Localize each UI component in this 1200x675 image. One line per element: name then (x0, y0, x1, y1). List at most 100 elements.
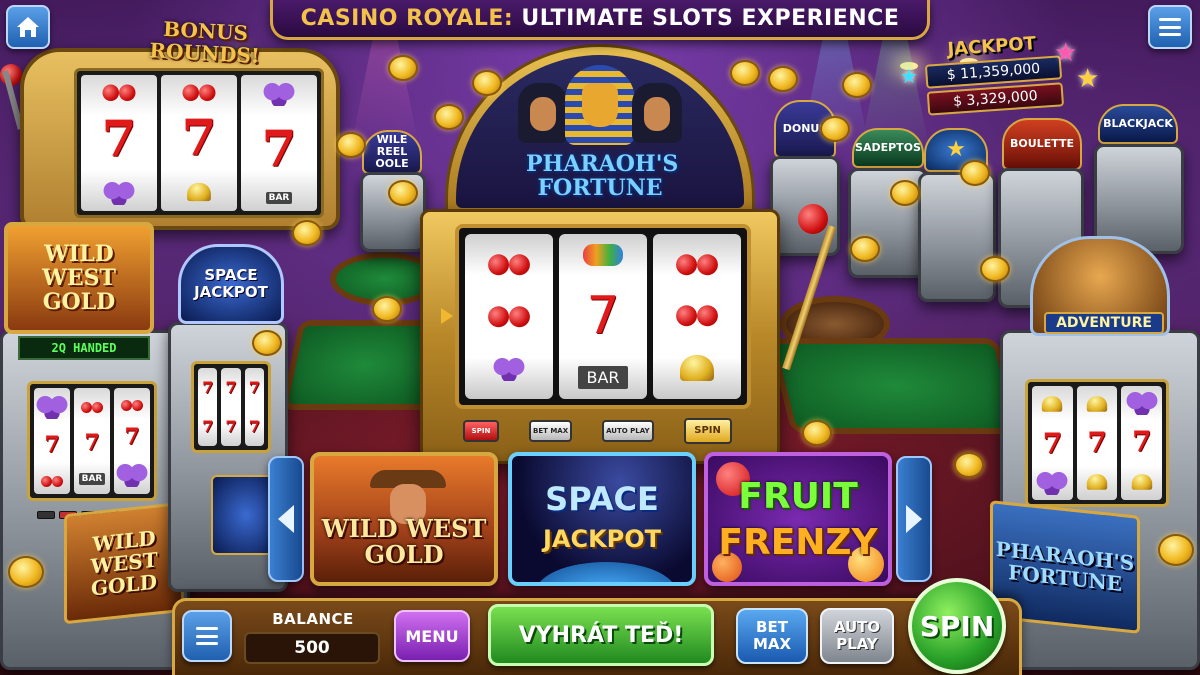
grapes-icon (1035, 470, 1070, 495)
topper-label: WILD WEST GOLD (42, 241, 116, 315)
bonus-reels: 7 7 7 BAR (74, 68, 324, 218)
featured-reels: 7 BAR (455, 224, 751, 409)
cherry-icon (488, 297, 530, 328)
gold-coin (890, 180, 920, 206)
reel: 7 (1121, 386, 1163, 500)
reel (465, 234, 553, 399)
egyptian-figure (632, 83, 682, 143)
gold-coin (850, 236, 880, 262)
gold-coin (954, 452, 984, 478)
grapes-icon (262, 81, 296, 106)
machine-spin-button[interactable]: SPIN (463, 420, 499, 442)
game-card-wild-west-gold[interactable]: WILD WEST GOLD (310, 452, 498, 586)
pharaoh-mask-icon (565, 65, 635, 145)
star-icon: ★ (946, 137, 966, 162)
bell-icon (187, 183, 211, 202)
reel: 7 (114, 388, 150, 494)
balance-value: 500 (244, 632, 380, 664)
seven-icon: 7 (202, 378, 214, 397)
reel: 77 (221, 368, 241, 446)
carousel-prev-button[interactable] (268, 456, 304, 582)
reel: 7 (1032, 386, 1073, 500)
bg-machine-topper: BOULETTE (1002, 118, 1082, 170)
game-card-title-line2: GOLD (364, 540, 444, 569)
game-card-subtitle: FRENZY (718, 522, 878, 563)
planet-icon (536, 562, 676, 582)
spin-button[interactable]: SPIN (908, 578, 1006, 674)
seven-icon: 7 (225, 417, 237, 436)
gold-coin (820, 116, 850, 142)
machine-reels: 7 7 7 (1025, 379, 1169, 507)
bell-icon (680, 355, 714, 382)
seven-icon: 7 (44, 431, 60, 458)
game-card-fruit-frenzy[interactable]: FRUIT FRENZY (704, 452, 892, 586)
title-brand: CASINO ROYALE: (300, 6, 514, 31)
seven-icon: 7 (586, 286, 620, 346)
lever-knob[interactable] (798, 204, 828, 234)
machine-auto-play-button[interactable]: AUTO PLAY (602, 420, 654, 442)
win-now-button[interactable]: VYHRÁT TEĎ! (488, 604, 714, 666)
cherry-icon (182, 77, 216, 101)
reel: 7 BAR (241, 75, 317, 211)
title-tagline: ULTIMATE SLOTS EXPERIENCE (521, 6, 900, 31)
bg-slot-machine (918, 172, 996, 302)
cherry-icon (488, 245, 530, 276)
grapes-icon (102, 180, 136, 205)
seven-icon: 7 (225, 378, 237, 397)
cherry-icon (102, 77, 136, 102)
gold-coin (292, 220, 322, 246)
balance-label: BALANCE (272, 610, 354, 628)
home-button[interactable] (6, 5, 50, 49)
grapes-icon (35, 394, 69, 419)
menu-button[interactable]: MENU (394, 610, 470, 662)
machine-spin-gold-button[interactable]: SPIN (683, 418, 732, 444)
jackpot-sign: JACKPOT $ 11,359,000 $ 3,329,000 (913, 31, 1075, 128)
gold-coin (372, 296, 402, 322)
grapes-icon (492, 356, 526, 381)
reel: 7 (81, 75, 157, 211)
machine-bet-max-button[interactable]: BET MAX (529, 420, 573, 442)
seven-icon: 7 (1042, 427, 1063, 461)
space-jackpot-topper: SPACE JACKPOT (178, 244, 284, 324)
machine-reels: 77 77 77 (191, 361, 271, 453)
gold-coin (472, 70, 502, 96)
gold-coin (388, 55, 418, 81)
payline-arrow-icon (441, 308, 453, 324)
cherry-icon (676, 296, 718, 327)
cherry-icon (676, 245, 718, 276)
heart-gem-icon (583, 244, 623, 266)
roulette-table (768, 338, 1022, 434)
carousel-next-button[interactable] (896, 456, 932, 582)
gold-coin (768, 66, 798, 92)
hamburger-menu-icon (196, 627, 218, 645)
auto-play-button[interactable]: AUTO PLAY (820, 608, 894, 664)
reel (653, 234, 741, 399)
wild-west-gold-topper: WILD WEST GOLD (4, 222, 154, 334)
main-menu-button[interactable] (1148, 5, 1192, 49)
game-card-space-jackpot[interactable]: SPACE JACKPOT (508, 452, 696, 586)
seven-icon: 7 (1087, 426, 1107, 460)
gold-coin (842, 72, 872, 98)
bg-machine-label: BOULETTE (1010, 137, 1074, 150)
bell-icon (1086, 474, 1108, 490)
hamburger-menu-icon (1159, 18, 1181, 36)
bell-icon (1131, 474, 1152, 490)
game-card-title: WILD WEST GOLD (314, 516, 494, 568)
star-icon: ★ (900, 64, 918, 88)
featured-slot-machine: PHARAOH'S FORTUNE 7 BAR SPIN BET MAX AUTO… (420, 44, 837, 464)
game-card-title: FRUIT (738, 476, 858, 517)
reel: 7 BAR (559, 234, 647, 399)
seven-icon: 7 (261, 119, 297, 179)
bg-machine-label: SADEPTOS (855, 141, 921, 154)
bet-max-button[interactable]: BET MAX (736, 608, 808, 664)
gold-coin (388, 180, 418, 206)
lcd-display: 2Q HANDED (18, 336, 150, 360)
home-icon (17, 17, 39, 37)
featured-machine-name: PHARAOH'S FORTUNE (526, 151, 679, 201)
side-menu-button[interactable] (182, 610, 232, 662)
bell-icon (1086, 396, 1108, 412)
machine-reels: 7 7 BAR 7 (27, 381, 157, 501)
seven-icon: 7 (101, 109, 137, 169)
seven-icon: 7 (202, 417, 214, 436)
wild-west-gold-panel: WILD WEST GOLD (64, 501, 184, 625)
